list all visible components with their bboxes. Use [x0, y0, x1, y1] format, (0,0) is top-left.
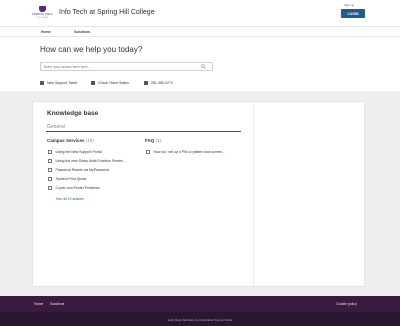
document-icon — [48, 177, 52, 181]
document-icon — [48, 150, 52, 154]
footer-solutions-link[interactable]: Solutions — [50, 302, 64, 306]
footer-home-link[interactable]: Home — [34, 302, 43, 306]
document-icon — [48, 168, 52, 172]
knowledge-base-card: Knowledge base General Campus Services (… — [32, 101, 365, 287]
card-divider — [253, 102, 254, 286]
logo-name: SPRING HILL — [31, 12, 54, 16]
powered-by[interactable]: Help Desk Software by Freshdesk Support … — [0, 318, 400, 322]
category-faq[interactable]: FAQ (1) — [145, 138, 161, 143]
search-input[interactable] — [40, 62, 213, 71]
search-icon[interactable] — [201, 64, 206, 69]
kb-rule — [46, 131, 241, 132]
article-title: Password Resets via MyPassword — [55, 168, 110, 172]
site-title: Info Tech at Spring Hill College — [59, 9, 155, 16]
category-count: (1) — [155, 138, 162, 143]
main-nav: Home Solutions — [0, 26, 400, 37]
logo-sub: COLLEGE — [36, 16, 49, 19]
signup-link[interactable]: Sign up — [344, 3, 354, 7]
check-status-link[interactable]: Check Ticket Status — [91, 81, 129, 85]
article-title: Using the new Sharp Multi-Function Print… — [55, 159, 127, 163]
document-icon — [48, 159, 52, 163]
cookie-policy-link[interactable]: Cookie policy — [336, 302, 357, 306]
tab-home[interactable]: Home — [38, 30, 54, 37]
new-ticket-link[interactable]: New Support Ticket — [40, 81, 77, 85]
category-name: Campus Services — [47, 138, 85, 143]
article-title: How do I set up a PIN or pattern lock sc… — [153, 150, 226, 154]
article-link[interactable]: Copier and Printer Problems — [48, 186, 100, 190]
subfooter: Help Desk Software by Freshdesk Support … — [0, 312, 400, 326]
hero-section: How can we help you today? New Support T… — [0, 36, 400, 91]
header: SPRING HILL COLLEGE Info Tech at Spring … — [0, 0, 400, 26]
phone-link[interactable]: 251-380-2270 — [144, 81, 173, 85]
college-logo[interactable]: SPRING HILL COLLEGE — [31, 6, 54, 21]
article-link[interactable]: How do I set up a PIN or pattern lock sc… — [146, 150, 225, 154]
article-link[interactable]: Using the new Sharp Multi-Function Print… — [48, 159, 126, 163]
document-icon — [146, 150, 150, 154]
status-icon — [91, 81, 95, 85]
article-link[interactable]: Password Resets via MyPassword — [48, 168, 109, 172]
check-status-label: Check Ticket Status — [98, 81, 129, 85]
phone-icon — [144, 81, 148, 85]
document-icon — [48, 186, 52, 190]
see-all-link[interactable]: See all 10 articles — [56, 197, 84, 201]
category-name: FAQ — [145, 138, 155, 143]
login-button[interactable]: LOGIN — [341, 9, 365, 18]
footer: Home Solutions Cookie policy — [0, 296, 400, 312]
ticket-icon — [40, 81, 44, 85]
kb-title: Knowledge base — [47, 110, 99, 117]
category-campus-services[interactable]: Campus Services (10) — [47, 138, 94, 143]
article-title: Using the New Support Portal — [55, 150, 102, 154]
category-count: (10) — [85, 138, 94, 143]
article-link[interactable]: Student Print Quota — [48, 177, 86, 181]
kb-general-label: General — [47, 124, 65, 130]
hero-title: How can we help you today? — [40, 45, 143, 54]
phone-label: 251-380-2270 — [151, 81, 173, 85]
article-title: Copier and Printer Problems — [55, 186, 100, 190]
tab-solutions[interactable]: Solutions — [74, 30, 90, 34]
article-link[interactable]: Using the New Support Portal — [48, 150, 102, 154]
article-title: Student Print Quota — [55, 177, 87, 181]
new-ticket-label: New Support Ticket — [47, 81, 78, 85]
